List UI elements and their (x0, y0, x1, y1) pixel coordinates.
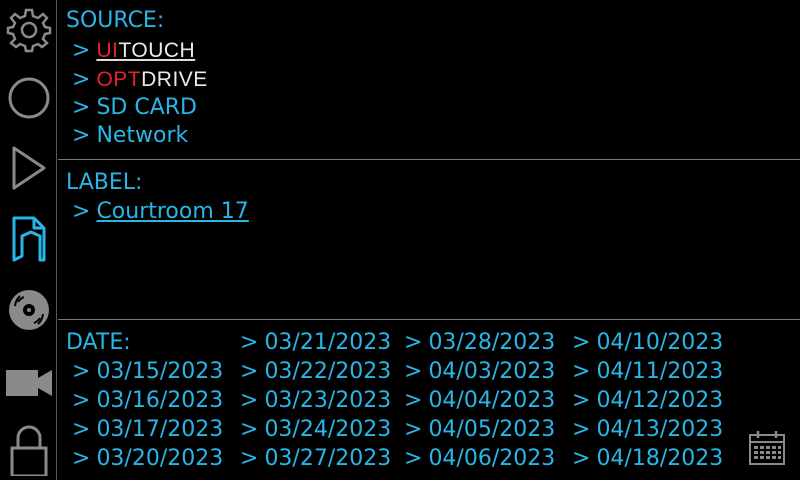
date-item[interactable]: >03/22/2023 (240, 359, 391, 385)
date-label: 03/17/2023 (96, 417, 224, 442)
label-heading: LABEL: (66, 170, 143, 195)
date-item[interactable]: >03/27/2023 (240, 446, 391, 472)
arrow-marker: > (572, 417, 591, 442)
arrow-marker: > (572, 359, 591, 384)
date-item[interactable]: >04/06/2023 (404, 446, 555, 472)
gear-icon (6, 8, 52, 53)
date-label: 03/15/2023 (96, 359, 224, 384)
date-label: 03/20/2023 (96, 446, 224, 471)
date-panel: DATE: >03/15/2023 >03/16/2023 >03/17/202… (58, 321, 800, 480)
label-value: Courtroom 17 (96, 199, 249, 224)
folder-icon (12, 216, 46, 262)
date-label: 03/23/2023 (264, 388, 392, 413)
arrow-marker: > (72, 95, 91, 120)
date-item[interactable]: >04/11/2023 (572, 359, 723, 385)
play-icon (12, 146, 46, 190)
date-label: 03/24/2023 (264, 417, 392, 442)
date-label: 03/22/2023 (264, 359, 392, 384)
date-label: TOUCH (118, 39, 196, 62)
arrow-marker: > (72, 67, 91, 92)
source-sd-card[interactable]: > SD CARD (72, 95, 197, 121)
arrow-marker: > (404, 359, 423, 384)
date-item[interactable]: >03/17/2023 (72, 417, 223, 443)
camera-icon (6, 370, 52, 396)
date-label: 04/12/2023 (596, 388, 724, 413)
arrow-marker: > (572, 446, 591, 471)
arrow-marker: > (72, 446, 91, 471)
disc-button[interactable] (4, 282, 54, 338)
arrow-marker: > (240, 359, 259, 384)
lock-icon (10, 425, 48, 476)
arrow-marker: > (72, 388, 91, 413)
date-item[interactable]: >04/10/2023 (572, 330, 723, 356)
sidebar (0, 0, 57, 480)
date-item[interactable]: >03/23/2023 (240, 388, 391, 414)
date-label: 04/06/2023 (428, 446, 556, 471)
date-heading: DATE: (66, 330, 131, 355)
arrow-marker: > (72, 417, 91, 442)
lock-button[interactable] (4, 420, 54, 476)
camera-button[interactable] (4, 354, 54, 410)
disc-icon (9, 290, 49, 330)
date-item[interactable]: >03/28/2023 (404, 330, 555, 356)
arrow-marker: > (72, 359, 91, 384)
arrow-marker: > (404, 388, 423, 413)
date-item[interactable]: >03/24/2023 (240, 417, 391, 443)
record-button[interactable] (4, 70, 54, 126)
date-label: DRIVE (141, 68, 208, 91)
date-label: 04/05/2023 (428, 417, 556, 442)
label-courtroom[interactable]: > Courtroom 17 (72, 199, 249, 225)
date-item[interactable]: >04/03/2023 (404, 359, 555, 385)
date-item[interactable]: >03/16/2023 (72, 388, 223, 414)
date-label: 03/27/2023 (264, 446, 392, 471)
files-button[interactable] (4, 210, 54, 266)
date-item[interactable]: >03/15/2023 (72, 359, 223, 385)
arrow-marker: > (72, 199, 91, 224)
optdrive-logo: OPTDRIVE (96, 68, 207, 91)
play-button[interactable] (4, 140, 54, 196)
date-label: 04/18/2023 (596, 446, 724, 471)
arrow-marker: > (404, 330, 423, 355)
label-panel: LABEL: > Courtroom 17 (58, 161, 800, 320)
arrow-marker: > (240, 330, 259, 355)
settings-button[interactable] (4, 2, 54, 58)
network-label: Network (96, 123, 189, 148)
date-label: 04/11/2023 (596, 359, 724, 384)
calendar-button[interactable] (748, 430, 786, 466)
calendar-icon (749, 431, 785, 465)
uitouch-logo: UITOUCH (96, 39, 195, 62)
date-item[interactable]: >04/12/2023 (572, 388, 723, 414)
arrow-marker: > (240, 388, 259, 413)
date-label: 04/10/2023 (596, 330, 724, 355)
source-panel: SOURCE: > UITOUCH > OPTDRIVE > SD CARD > Net… (58, 0, 800, 160)
date-label: 04/03/2023 (428, 359, 556, 384)
source-optdrive[interactable]: > OPTDRIVE (72, 67, 208, 93)
source-uitouch[interactable]: > UITOUCH (72, 38, 195, 64)
date-item[interactable]: >03/20/2023 (72, 446, 223, 472)
arrow-marker: > (240, 417, 259, 442)
source-heading: SOURCE: (66, 8, 165, 33)
date-label: 04/13/2023 (596, 417, 724, 442)
date-label: UI (96, 39, 119, 62)
date-label: 04/04/2023 (428, 388, 556, 413)
date-item[interactable]: >03/21/2023 (240, 330, 391, 356)
arrow-marker: > (72, 123, 91, 148)
date-item[interactable]: >04/05/2023 (404, 417, 555, 443)
source-network[interactable]: > Network (72, 123, 188, 149)
date-label: 03/16/2023 (96, 388, 224, 413)
date-item[interactable]: >04/04/2023 (404, 388, 555, 414)
date-label: 03/28/2023 (428, 330, 556, 355)
date-item[interactable]: >04/18/2023 (572, 446, 723, 472)
arrow-marker: > (404, 417, 423, 442)
arrow-marker: > (72, 38, 91, 63)
record-icon (8, 77, 50, 119)
date-item[interactable]: >04/13/2023 (572, 417, 723, 443)
arrow-marker: > (572, 388, 591, 413)
sd-card-label: SD CARD (96, 95, 197, 120)
arrow-marker: > (240, 446, 259, 471)
date-label: 03/21/2023 (264, 330, 392, 355)
arrow-marker: > (572, 330, 591, 355)
arrow-marker: > (404, 446, 423, 471)
date-label: OPT (96, 68, 142, 91)
